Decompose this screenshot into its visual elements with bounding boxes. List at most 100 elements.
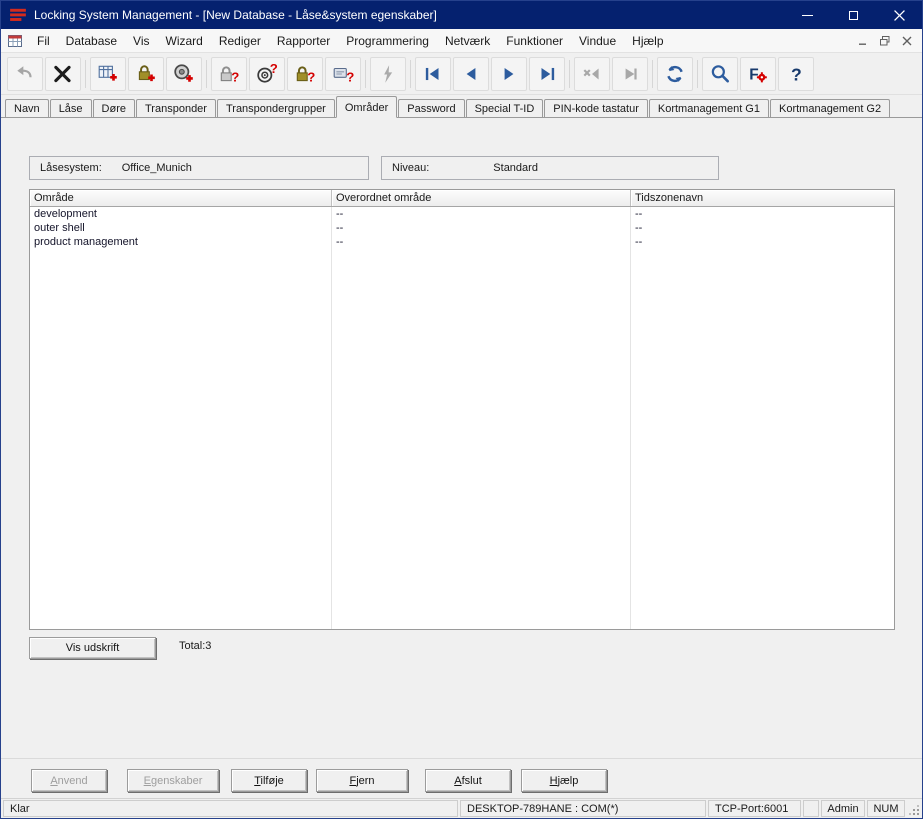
tab-password[interactable]: Password	[398, 99, 464, 117]
table-cell: --	[631, 207, 894, 221]
mdi-close-button[interactable]	[897, 33, 916, 49]
menu-fil[interactable]: Fil	[29, 31, 58, 51]
table-cell: outer shell	[30, 221, 332, 235]
toolbar-previous-record-button[interactable]	[453, 57, 489, 91]
toolbar-add-locking-system-button[interactable]	[90, 57, 126, 91]
help-icon: ?	[785, 63, 807, 85]
toolbar-last-record-button[interactable]	[529, 57, 565, 91]
svg-text:?: ?	[270, 63, 278, 76]
minimize-button[interactable]	[784, 1, 830, 29]
tab-døre[interactable]: Døre	[93, 99, 135, 117]
mdi-minimize-button[interactable]	[853, 33, 872, 49]
locking-system-field: Låsesystem: Office_Munich	[29, 156, 369, 180]
remove-button[interactable]: Fjern	[316, 769, 408, 792]
menu-funktioner[interactable]: Funktioner	[498, 31, 571, 51]
maximize-button[interactable]	[830, 1, 876, 29]
column-header-tidszonenavn[interactable]: Tidszonenavn	[631, 190, 894, 206]
table-cell: --	[332, 207, 631, 221]
app-window: Locking System Management - [New Databas…	[0, 0, 923, 819]
total-count: Total:3	[179, 640, 211, 652]
toolbar-read-lock-alt-button[interactable]: ?	[287, 57, 323, 91]
toolbar-add-transponder-button[interactable]	[166, 57, 202, 91]
menu-vis[interactable]: Vis	[125, 31, 157, 51]
column-header-område[interactable]: Område	[30, 190, 332, 206]
filter-settings-icon: F	[747, 63, 769, 85]
toolbar-first-record-button[interactable]	[415, 57, 451, 91]
table-header: OmrådeOverordnet områdeTidszonenavn	[30, 190, 894, 207]
toolbar-separator	[85, 60, 86, 88]
toolbar-separator	[206, 60, 207, 88]
help-button[interactable]: Hjælp	[521, 769, 607, 792]
tab-låse[interactable]: Låse	[50, 99, 92, 117]
tab-transponder[interactable]: Transponder	[136, 99, 216, 117]
table-row[interactable]: development----	[30, 207, 894, 221]
add-button[interactable]: Tilføje	[231, 769, 307, 792]
table-cell: --	[332, 221, 631, 235]
tab-kortmanagement-g2[interactable]: Kortmanagement G2	[770, 99, 890, 117]
menu-database[interactable]: Database	[58, 31, 125, 51]
menu-bar: FilDatabaseVisWizardRedigerRapporterProg…	[1, 29, 922, 53]
apply-button[interactable]: Anvend	[31, 769, 107, 792]
table-row[interactable]: outer shell----	[30, 221, 894, 235]
toolbar-next-record-button[interactable]	[491, 57, 527, 91]
properties-button[interactable]: Egenskaber	[127, 769, 219, 792]
content-area: Låsesystem: Office_Munich Niveau: Standa…	[1, 118, 922, 798]
refresh-icon	[664, 63, 686, 85]
toolbar-separator	[697, 60, 698, 88]
svg-text:?: ?	[231, 69, 239, 84]
resize-grip[interactable]	[907, 800, 921, 817]
toolbar: ? ? ? ?	[1, 53, 922, 95]
table-body: development----outer shell----product ma…	[30, 207, 894, 629]
menu-rapporter[interactable]: Rapporter	[269, 31, 338, 51]
toolbar-help-button[interactable]: ?	[778, 57, 814, 91]
mdi-restore-icon	[879, 35, 891, 47]
toolbar-add-lock-button[interactable]	[128, 57, 164, 91]
toolbar-delete-locking-system-button[interactable]	[45, 57, 81, 91]
maximize-icon	[849, 11, 858, 20]
menu-programmering[interactable]: Programmering	[338, 31, 437, 51]
table-row[interactable]: product management----	[30, 235, 894, 249]
toolbar-undo-button[interactable]	[7, 57, 43, 91]
table-cell: --	[332, 235, 631, 249]
toolbar-search-button[interactable]	[702, 57, 738, 91]
tab-special-t-id[interactable]: Special T-ID	[466, 99, 544, 117]
toolbar-read-card-button[interactable]: ?	[325, 57, 361, 91]
menu-wizard[interactable]: Wizard	[158, 31, 211, 51]
toolbar-jump-end-button[interactable]	[612, 57, 648, 91]
menu-netværk[interactable]: Netværk	[437, 31, 498, 51]
status-bar: Klar DESKTOP-789HANE : COM(*) TCP-Port:6…	[1, 798, 922, 818]
tab-transpondergrupper[interactable]: Transpondergrupper	[217, 99, 335, 117]
document-icon	[7, 33, 23, 49]
tab-områder[interactable]: Områder	[336, 96, 397, 118]
toolbar-read-lock-button[interactable]: ?	[211, 57, 247, 91]
menu-hjælp[interactable]: Hjælp	[624, 31, 671, 51]
toolbar-program-transponder-button[interactable]: ?	[249, 57, 285, 91]
close-button[interactable]	[876, 1, 922, 29]
mdi-restore-button[interactable]	[875, 33, 894, 49]
button-panel-divider	[1, 758, 922, 759]
toolbar-skip-deactivated-button[interactable]	[574, 57, 610, 91]
tab-kortmanagement-g1[interactable]: Kortmanagement G1	[649, 99, 769, 117]
menu-rediger[interactable]: Rediger	[211, 31, 269, 51]
tab-pin-kode-tastatur[interactable]: PIN-kode tastatur	[544, 99, 648, 117]
toolbar-separator	[569, 60, 570, 88]
status-ready: Klar	[3, 800, 458, 817]
tab-navn[interactable]: Navn	[5, 99, 49, 117]
window-title: Locking System Management - [New Databas…	[34, 8, 437, 22]
read-lock-icon: ?	[218, 63, 240, 85]
close-icon	[894, 10, 905, 21]
column-header-overordnet-område[interactable]: Overordnet område	[332, 190, 631, 206]
toolbar-execute-button[interactable]	[370, 57, 406, 91]
status-tcp-port: TCP-Port:6001	[708, 800, 801, 817]
exit-button[interactable]: Afslut	[425, 769, 511, 792]
show-printout-button[interactable]: Vis udskrift	[29, 637, 156, 659]
jump-end-icon	[619, 63, 641, 85]
column-divider	[331, 207, 332, 629]
toolbar-filter-settings-button[interactable]: F	[740, 57, 776, 91]
locking-system-label: Låsesystem:	[40, 162, 102, 174]
menu-vindue[interactable]: Vindue	[571, 31, 624, 51]
toolbar-separator	[365, 60, 366, 88]
toolbar-refresh-button[interactable]	[657, 57, 693, 91]
table-cell: --	[631, 221, 894, 235]
toolbar-separator	[410, 60, 411, 88]
